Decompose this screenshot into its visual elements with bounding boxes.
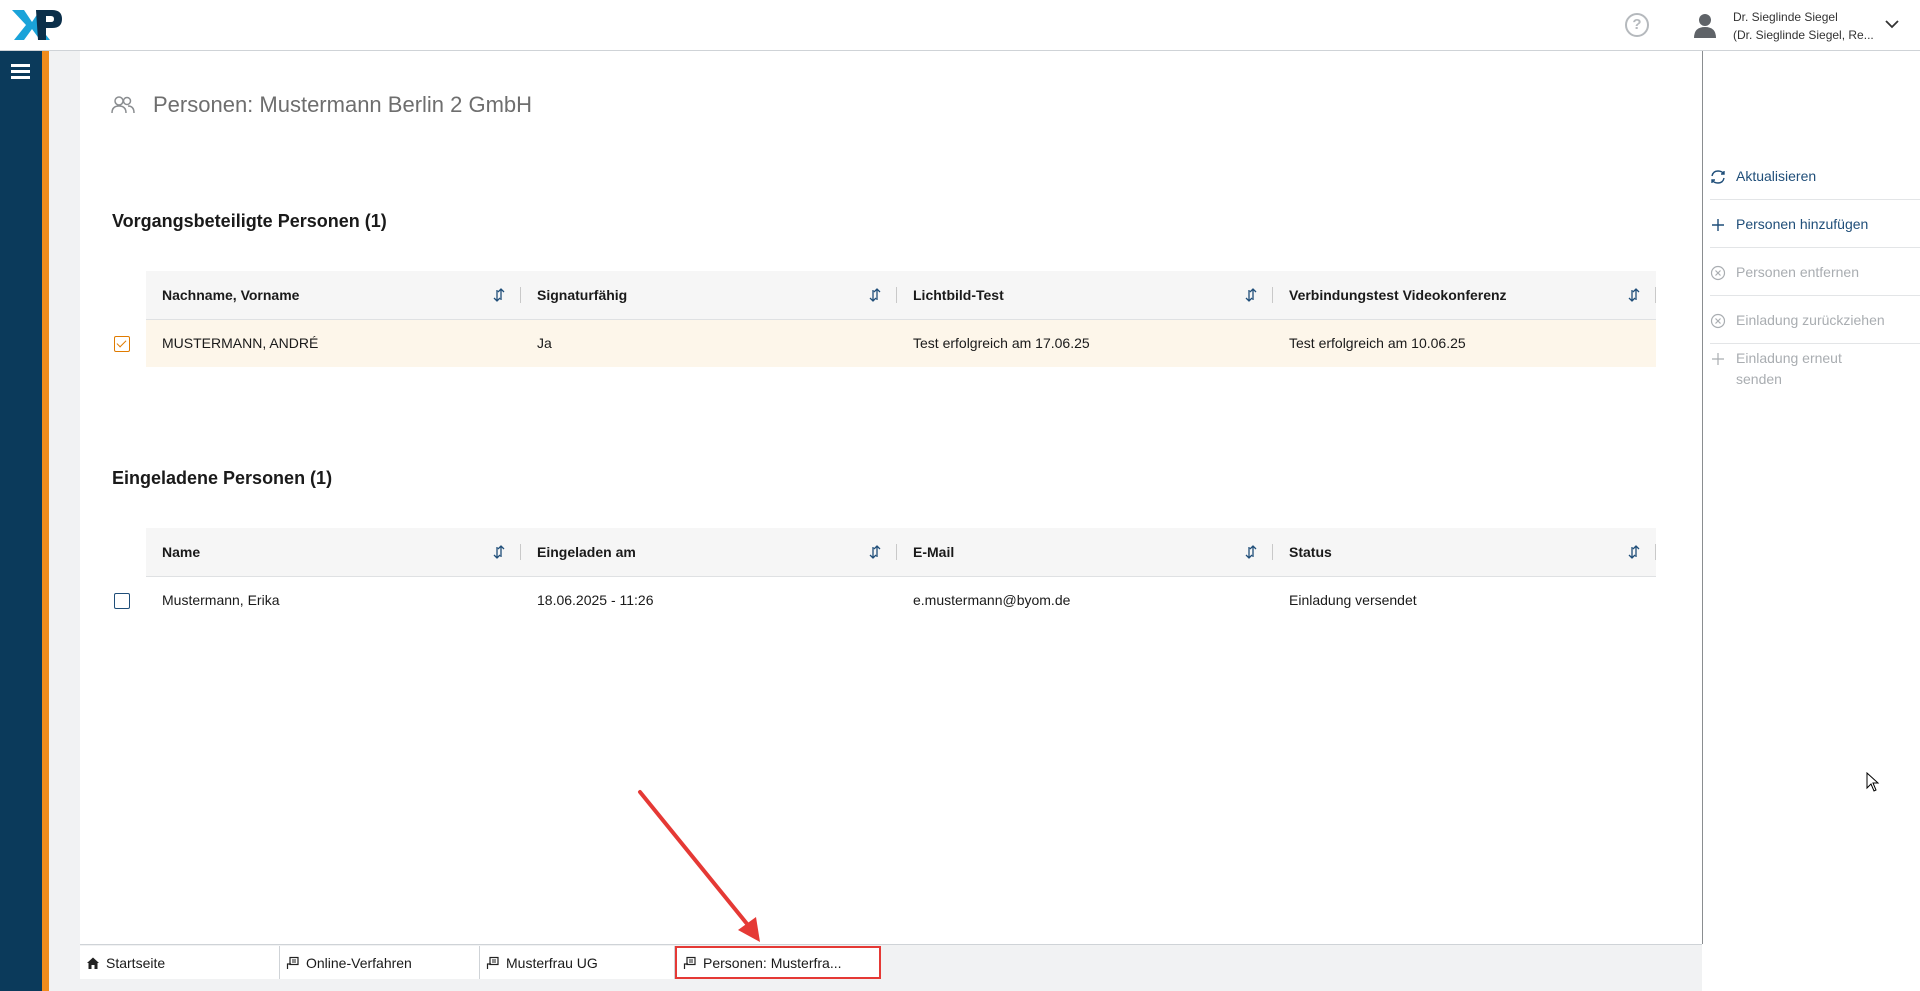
plus-icon xyxy=(1712,353,1724,365)
home-icon xyxy=(87,957,99,969)
sort-icon[interactable] xyxy=(869,287,881,303)
plus-icon xyxy=(1712,219,1724,231)
tab-personen-musterfrau[interactable]: Personen: Musterfra... xyxy=(675,946,881,979)
column-label: E-Mail xyxy=(913,543,955,560)
case-icon xyxy=(486,956,499,969)
sort-icon[interactable] xyxy=(869,544,881,560)
tab-label: Online-Verfahren xyxy=(306,954,412,971)
column-header[interactable]: E-Mail xyxy=(897,528,1273,577)
remove-persons-label: Personen entfernen xyxy=(1736,264,1859,280)
help-icon[interactable]: ? xyxy=(1625,13,1649,37)
sort-icon[interactable] xyxy=(493,287,505,303)
content-gutter xyxy=(49,51,80,991)
add-persons-button[interactable]: Personen hinzufügen xyxy=(1710,214,1920,248)
tab-label: Startseite xyxy=(106,954,166,971)
withdraw-invitation-label: Einladung zurückziehen xyxy=(1736,312,1885,328)
column-header[interactable]: Eingeladen am xyxy=(521,528,897,577)
column-label: Signaturfähig xyxy=(537,286,628,303)
refresh-label: Aktualisieren xyxy=(1736,168,1817,184)
column-label: Status xyxy=(1289,543,1332,560)
sort-icon[interactable] xyxy=(1628,544,1640,560)
tab-bar-footer xyxy=(80,979,1702,991)
add-persons-label: Personen hinzufügen xyxy=(1736,216,1869,232)
column-header[interactable]: Nachname, Vorname xyxy=(146,271,521,320)
cell-name: MUSTERMANN, ANDRÉ xyxy=(146,319,521,367)
tab-label: Musterfrau UG xyxy=(506,954,598,971)
remove-persons-button[interactable]: Personen entfernen xyxy=(1710,262,1920,296)
chevron-down-icon[interactable] xyxy=(1884,18,1900,30)
top-header: ? Dr. Sieglinde Siegel (Dr. Sieglinde Si… xyxy=(0,0,1920,51)
column-label: Nachname, Vorname xyxy=(162,286,300,303)
main-content xyxy=(80,51,1702,944)
row-checkbox[interactable] xyxy=(114,336,130,352)
user-info[interactable]: Dr. Sieglinde Siegel (Dr. Sieglinde Sieg… xyxy=(1733,8,1874,44)
refresh-icon xyxy=(1711,170,1725,184)
sort-icon[interactable] xyxy=(1245,544,1257,560)
cell-status: Einladung versendet xyxy=(1289,592,1417,609)
column-divider[interactable] xyxy=(1655,544,1656,560)
hamburger-menu-icon[interactable] xyxy=(11,64,30,80)
user-role: (Dr. Sieglinde Siegel, Re... xyxy=(1733,28,1874,42)
participants-table: Nachname, Vorname Signaturfähig Lichtbil… xyxy=(146,271,1656,367)
page-title: Personen: Mustermann Berlin 2 GmbH xyxy=(153,92,533,117)
case-icon xyxy=(683,956,696,969)
column-header[interactable]: Name xyxy=(146,528,521,577)
persons-icon xyxy=(111,96,135,114)
cell-name: Mustermann, Erika xyxy=(162,592,280,609)
invited-table: Name Eingeladen am E-Mail Status Musterm… xyxy=(146,528,1656,624)
tab-musterfrau-ug[interactable]: Musterfrau UG xyxy=(480,946,675,979)
close-circle-icon xyxy=(1710,265,1726,281)
sort-icon[interactable] xyxy=(1628,287,1640,303)
withdraw-invitation-button[interactable]: Einladung zurückziehen xyxy=(1710,310,1920,344)
column-label: Name xyxy=(162,543,201,560)
column-header[interactable]: Signaturfähig xyxy=(521,271,897,320)
cell-video-test: Test erfolgreich am 10.06.25 xyxy=(1273,319,1656,367)
column-label: Eingeladen am xyxy=(537,543,636,560)
participants-section-title: Vorgangsbeteiligte Personen (1) xyxy=(112,211,387,231)
row-checkbox[interactable] xyxy=(114,593,130,609)
page-header: Personen: Mustermann Berlin 2 GmbH xyxy=(111,92,532,118)
user-name: Dr. Sieglinde Siegel xyxy=(1733,10,1838,24)
cell-signature: Ja xyxy=(521,319,897,367)
invited-section-title: Eingeladene Personen (1) xyxy=(112,468,333,488)
refresh-button[interactable]: Aktualisieren xyxy=(1710,166,1920,200)
cell-invited-at: 18.06.2025 - 11:26 xyxy=(537,592,654,609)
column-label: Lichtbild-Test xyxy=(913,286,1004,303)
xp-logo[interactable] xyxy=(10,6,62,42)
tab-startseite[interactable]: Startseite xyxy=(80,946,280,979)
cell-photo-test: Test erfolgreich am 17.06.25 xyxy=(897,319,1273,367)
close-circle-icon xyxy=(1710,313,1726,329)
sort-icon[interactable] xyxy=(493,544,505,560)
column-label: Verbindungstest Videokonferenz xyxy=(1289,286,1507,303)
left-nav xyxy=(0,51,42,991)
column-header[interactable]: Verbindungstest Videokonferenz xyxy=(1273,271,1656,320)
mouse-cursor-icon xyxy=(1866,772,1880,792)
user-avatar-icon[interactable] xyxy=(1692,12,1718,38)
sort-icon[interactable] xyxy=(1245,287,1257,303)
table-row[interactable]: MUSTERMANN, ANDRÉ Ja Test erfolgreich am… xyxy=(146,319,1656,367)
nav-accent-stripe xyxy=(42,51,49,991)
table-row[interactable]: Mustermann, Erika 18.06.2025 - 11:26 e.m… xyxy=(146,576,1656,624)
case-icon xyxy=(286,956,299,969)
column-divider[interactable] xyxy=(1655,287,1656,303)
resend-invitation-label: Einladung erneut senden xyxy=(1736,350,1842,387)
cell-email: e.mustermann@byom.de xyxy=(913,592,1071,609)
tab-label: Personen: Musterfra... xyxy=(703,954,842,971)
column-header[interactable]: Status xyxy=(1273,528,1656,577)
column-header[interactable]: Lichtbild-Test xyxy=(897,271,1273,320)
tab-online-verfahren[interactable]: Online-Verfahren xyxy=(280,946,480,979)
resend-invitation-button[interactable]: Einladung erneut senden xyxy=(1710,348,1850,402)
